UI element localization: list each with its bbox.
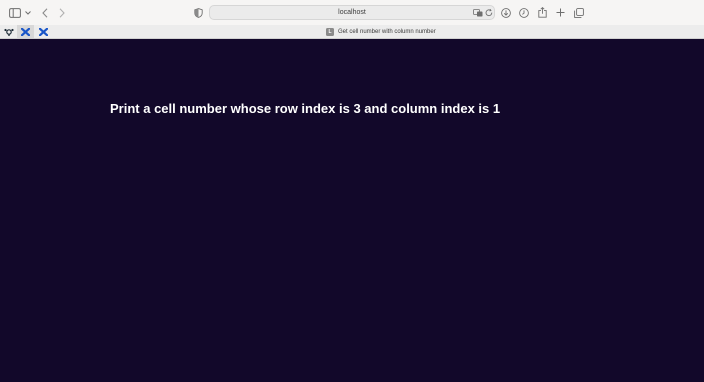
ubuntu-like-icon	[3, 23, 14, 41]
address-text: localhost	[338, 9, 366, 16]
pinned-tab-2[interactable]	[17, 25, 34, 38]
sidebar-toggle-icon[interactable]	[9, 7, 21, 18]
pinned-tab-3[interactable]	[35, 25, 52, 38]
chevron-down-icon[interactable]	[24, 9, 32, 17]
active-tab[interactable]: L Get cell number with column number	[326, 27, 436, 37]
pinned-tab-1[interactable]	[0, 25, 17, 38]
tab-overview-icon[interactable]	[573, 7, 584, 18]
share-icon[interactable]	[537, 6, 548, 18]
address-bar[interactable]: localhost	[209, 5, 495, 20]
privacy-shield-icon[interactable]	[193, 7, 203, 18]
tab-bar: L Get cell number with column number	[0, 25, 704, 39]
page-content: Print a cell number whose row index is 3…	[0, 39, 704, 382]
cross-blue-icon	[20, 23, 31, 41]
back-icon[interactable]	[40, 7, 49, 18]
history-clock-icon[interactable]	[518, 7, 529, 18]
page-heading: Print a cell number whose row index is 3…	[110, 101, 501, 116]
new-tab-plus-icon[interactable]	[555, 7, 566, 18]
cross-blue-icon	[38, 23, 49, 41]
download-icon[interactable]	[500, 7, 511, 18]
forward-icon[interactable]	[57, 7, 66, 18]
tab-favicon: L	[326, 28, 334, 36]
browser-toolbar: localhost	[0, 0, 704, 25]
translate-icon[interactable]	[473, 8, 483, 18]
reload-icon[interactable]	[484, 8, 494, 18]
tab-title: Get cell number with column number	[338, 29, 436, 35]
